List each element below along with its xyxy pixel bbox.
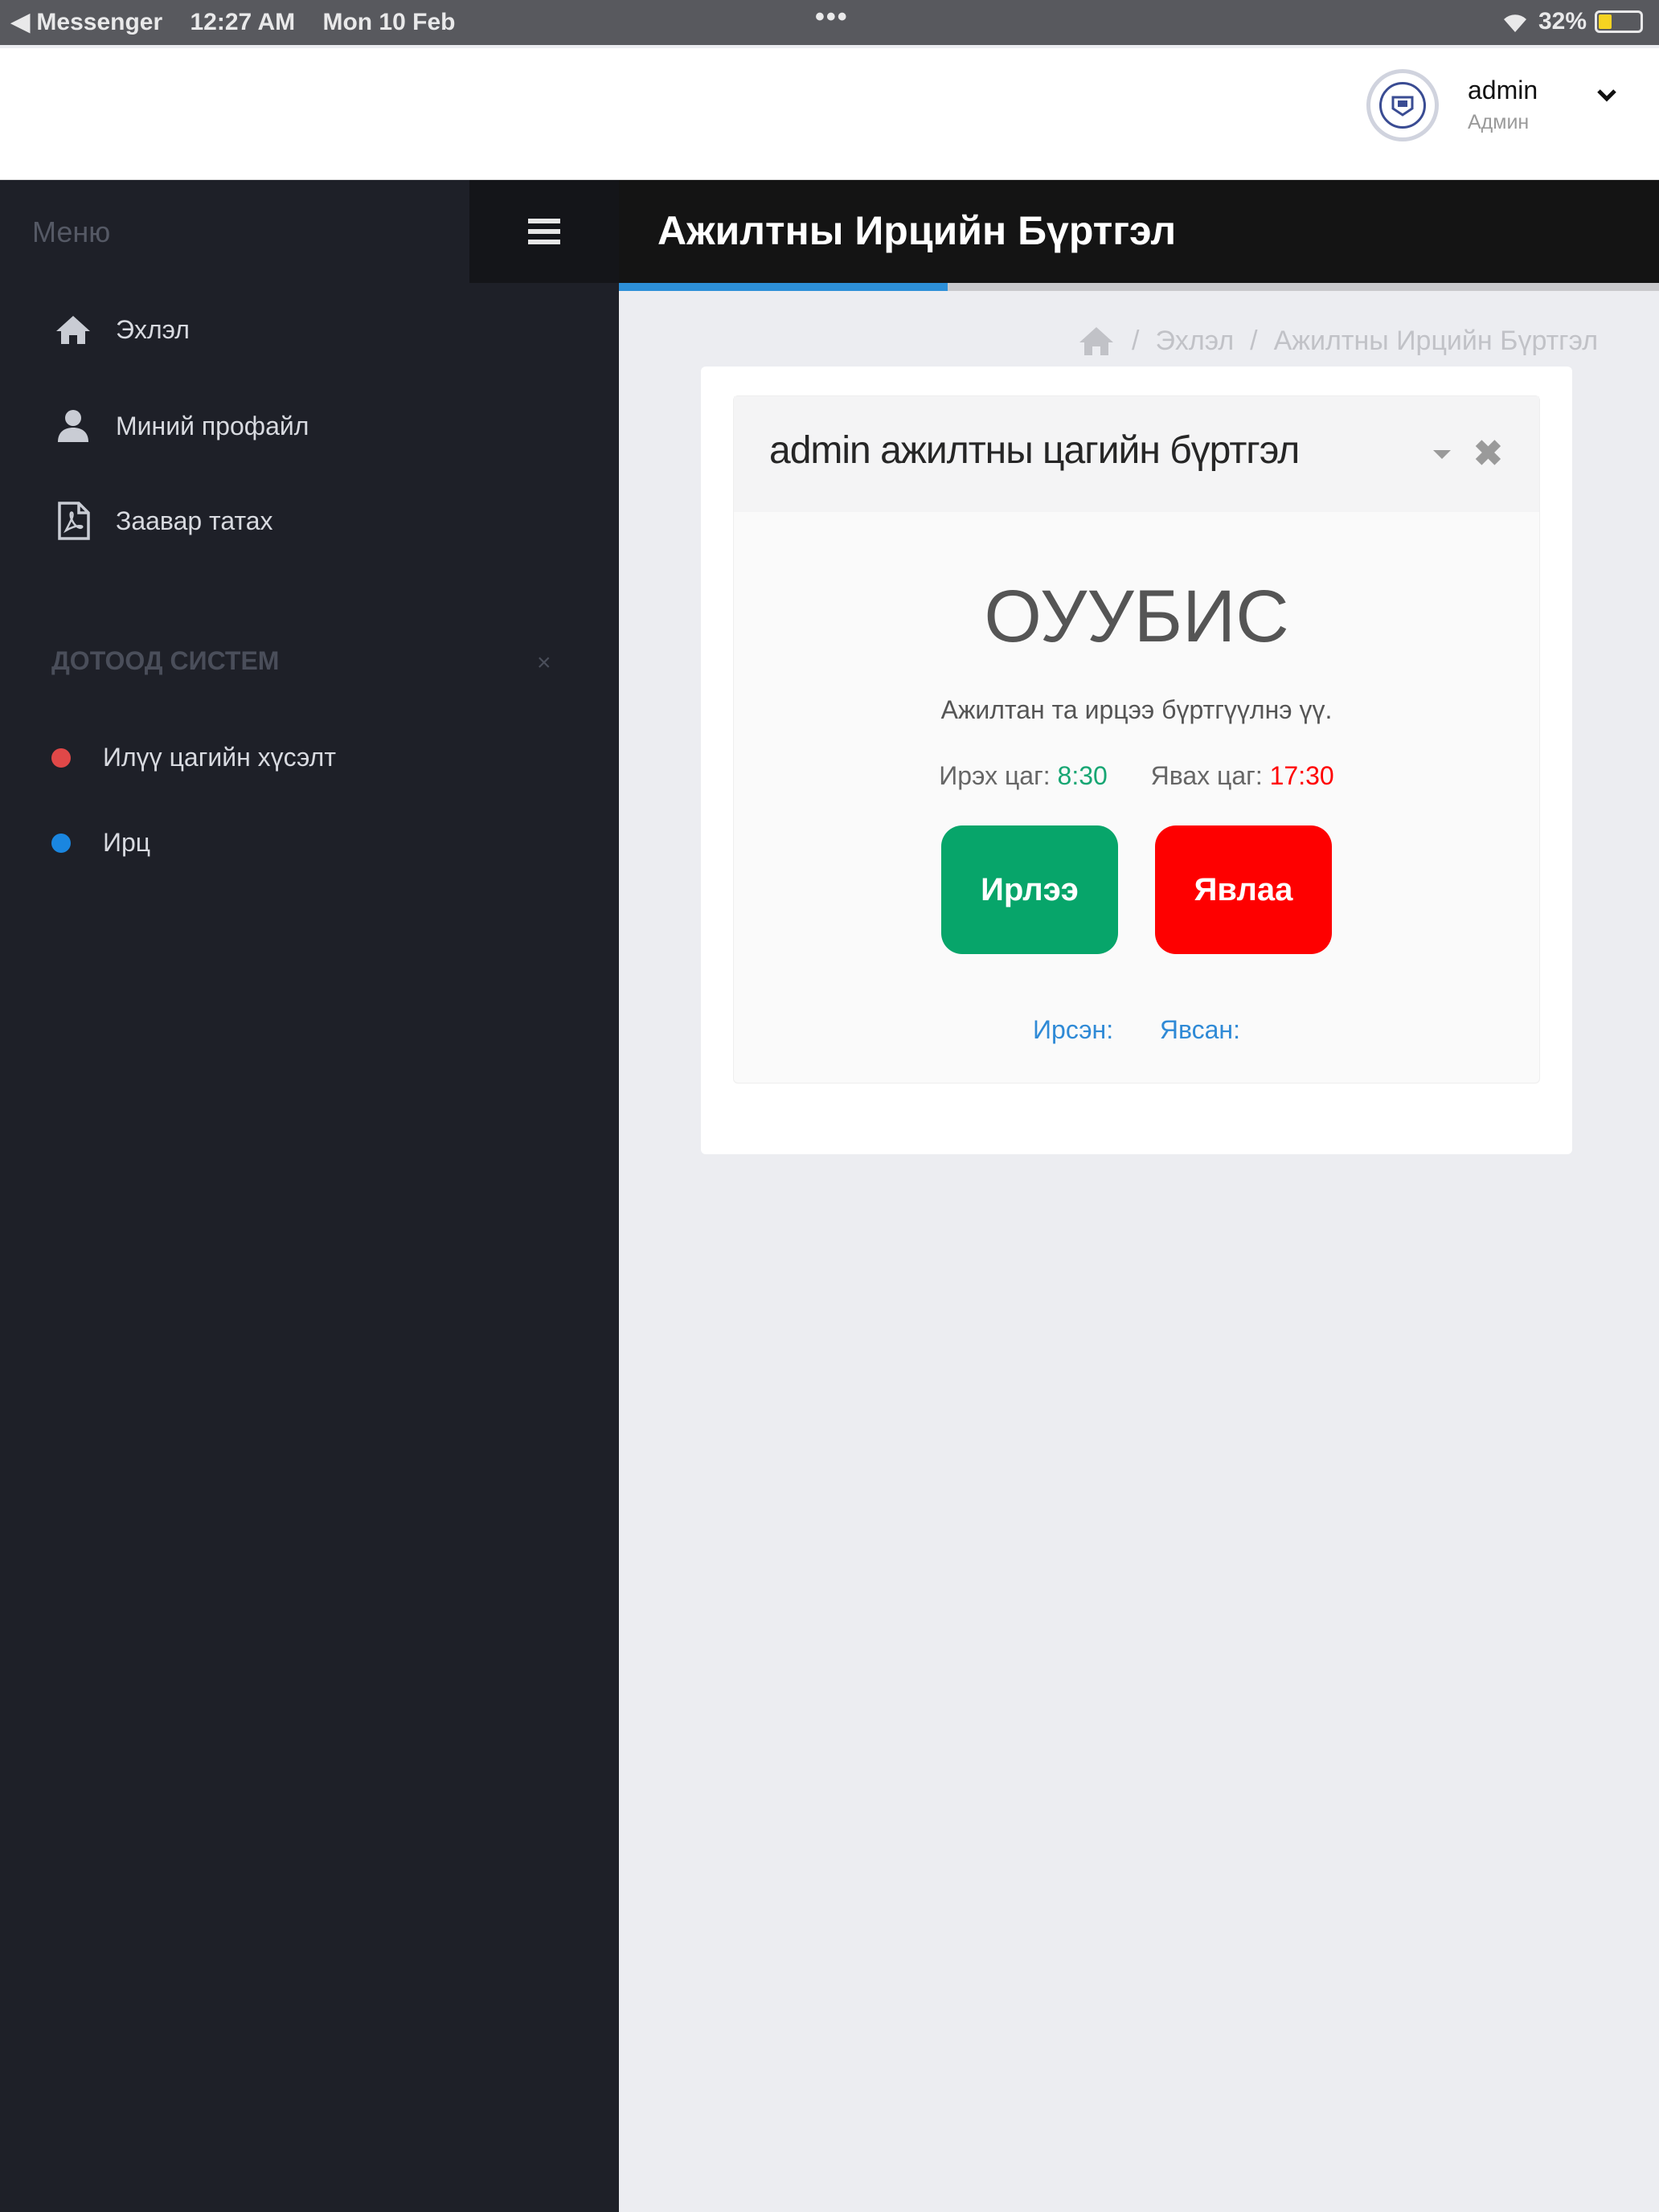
back-to-app-link[interactable]: ◀ Messenger [11, 9, 162, 35]
sidebar-menu-label: Меню [32, 215, 111, 248]
battery-fill [1599, 14, 1612, 29]
sidebar-item-profile[interactable]: Миний профайл [55, 408, 309, 444]
sidebar-item-overtime-request[interactable]: Илүү цагийн хүсэлт [51, 743, 336, 772]
section-close-icon[interactable]: × [537, 649, 551, 677]
page-title-bar: Ажилтны Ирцийн Бүртгэл [619, 180, 1659, 283]
left-status: Явсан: [1159, 1015, 1240, 1044]
arrive-time-value: 8:30 [1057, 761, 1108, 790]
box-title: admin ажилтны цагийн бүртгэл [769, 429, 1300, 472]
instruction-text: Ажилтан та ирцээ бүртгүүлнэ үү. [940, 695, 1333, 724]
close-icon[interactable]: ✖ [1473, 433, 1503, 474]
sidebar-item-label: Миний профайл [116, 411, 309, 440]
sidebar-item-label: Эхлэл [116, 314, 190, 344]
attendance-box: admin ажилтны цагийн бүртгэл ✖ ОУУБИС Аж… [733, 395, 1540, 1083]
breadcrumb: / Эхлэл / Ажилтны Ирцийн Бүртгэл [1077, 325, 1598, 357]
university-seal-icon [1379, 82, 1426, 129]
sidebar-item-home[interactable]: Эхлэл [55, 313, 190, 346]
breadcrumb-current: Ажилтны Ирцийн Бүртгэл [1273, 325, 1599, 356]
breadcrumb-link-home[interactable]: Эхлэл [1155, 326, 1234, 357]
menu-toggle-button[interactable] [469, 180, 619, 283]
pdf-file-icon [58, 502, 90, 540]
status-date: Mon 10 Feb [322, 9, 456, 35]
device-status-bar: ◀ Messenger 12:27 AM Mon 10 Feb ••• 32% [0, 0, 1659, 45]
wifi-icon [1503, 14, 1526, 32]
seal-emblem-icon [1391, 96, 1414, 117]
breadcrumb-separator: / [1132, 325, 1140, 356]
leave-time-value: 17:30 [1269, 761, 1334, 790]
home-icon[interactable] [1077, 325, 1116, 357]
user-role: Админ [1468, 111, 1530, 133]
check-in-button[interactable]: Ирлээ [941, 825, 1118, 954]
leave-time-label: Явах цаг: [1150, 761, 1263, 790]
user-icon [58, 410, 88, 442]
attendance-panel: admin ажилтны цагийн бүртгэл ✖ ОУУБИС Аж… [701, 367, 1572, 1154]
red-dot-icon [51, 748, 71, 768]
battery-icon [1595, 10, 1643, 33]
sidebar-item-label: Ирц [103, 828, 151, 857]
home-icon [56, 316, 90, 344]
sidebar-item-label: Илүү цагийн хүсэлт [103, 743, 336, 772]
sidebar-item-label: Заавар татах [116, 506, 273, 535]
sidebar-item-manual-download[interactable]: Заавар татах [55, 502, 273, 540]
top-header: admin Админ [0, 48, 1659, 180]
attendance-records: Ирсэн: Явсан: [734, 1015, 1539, 1045]
progress-bar-fill [619, 283, 948, 291]
user-name[interactable]: admin [1468, 76, 1538, 105]
chevron-down-icon[interactable] [1595, 85, 1619, 104]
multitask-dots[interactable]: ••• [815, 2, 849, 33]
sidebar-item-attendance[interactable]: Ирц [51, 828, 150, 858]
collapse-caret-icon[interactable] [1432, 448, 1452, 461]
sidebar: Меню Эхлэл Миний профайл Заавар татах ДО [0, 180, 619, 2212]
hamburger-icon [528, 219, 560, 244]
status-left: ◀ Messenger 12:27 AM Mon 10 Feb [11, 8, 476, 36]
brand-title: ОУУБИС [984, 576, 1289, 657]
status-right: 32% [1500, 8, 1643, 35]
page-title: Ажилтны Ирцийн Бүртгэл [657, 208, 1177, 253]
arrive-time-label: Ирэх цаг: [939, 761, 1051, 790]
check-out-button[interactable]: Явлаа [1155, 825, 1332, 954]
breadcrumb-separator: / [1250, 325, 1258, 356]
box-header: admin ажилтны цагийн бүртгэл ✖ [734, 396, 1539, 512]
battery-percent: 32% [1538, 8, 1587, 35]
section-internal-system-title: ДОТООД СИСТЕМ [51, 646, 280, 675]
blue-dot-icon [51, 833, 71, 853]
arrived-status: Ирсэн: [1033, 1015, 1114, 1044]
sidebar-header: Меню [0, 180, 619, 283]
page-load-progress [619, 283, 1659, 291]
avatar[interactable] [1366, 69, 1439, 141]
schedule-times: Ирэх цаг: 8:30 Явах цаг: 17:30 [734, 761, 1539, 791]
status-time: 12:27 AM [190, 9, 296, 35]
